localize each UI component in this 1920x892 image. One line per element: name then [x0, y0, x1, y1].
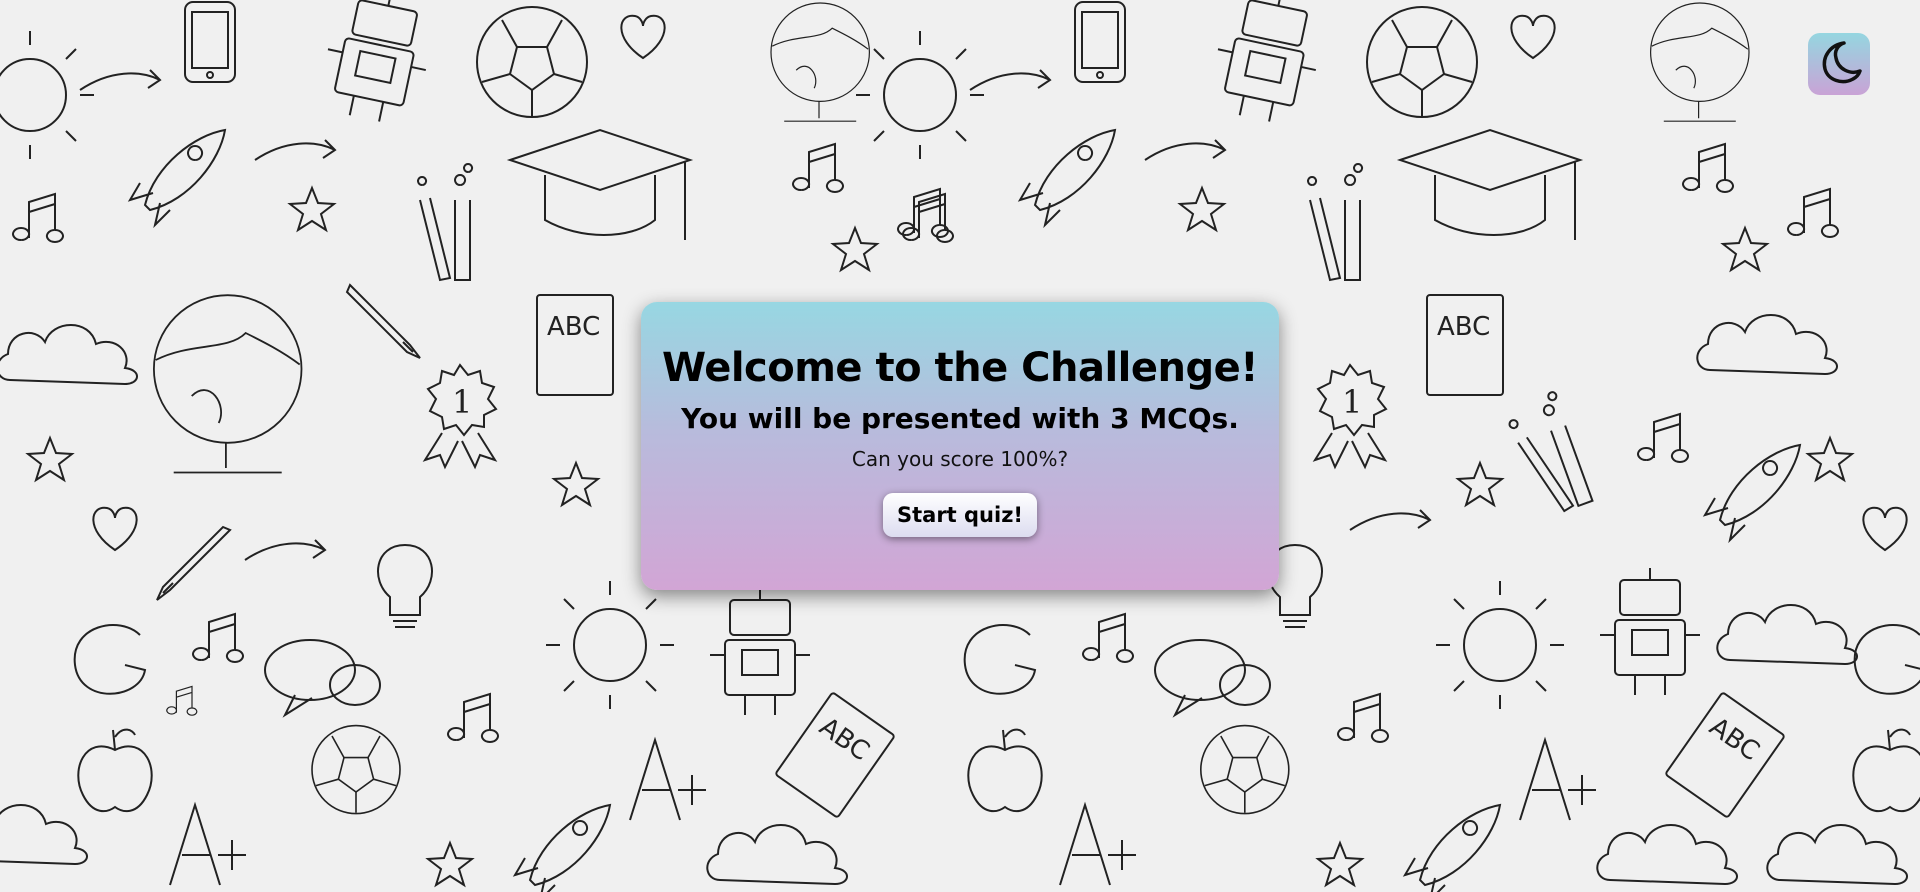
- welcome-title: Welcome to the Challenge!: [662, 345, 1259, 391]
- welcome-card: Welcome to the Challenge! You will be pr…: [641, 302, 1279, 590]
- welcome-question: Can you score 100%?: [851, 446, 1069, 471]
- moon-icon: [1814, 37, 1864, 91]
- start-quiz-button[interactable]: Start quiz!: [882, 492, 1038, 537]
- welcome-subtitle: You will be presented with 3 MCQs.: [681, 402, 1239, 435]
- theme-toggle-button[interactable]: [1808, 33, 1870, 95]
